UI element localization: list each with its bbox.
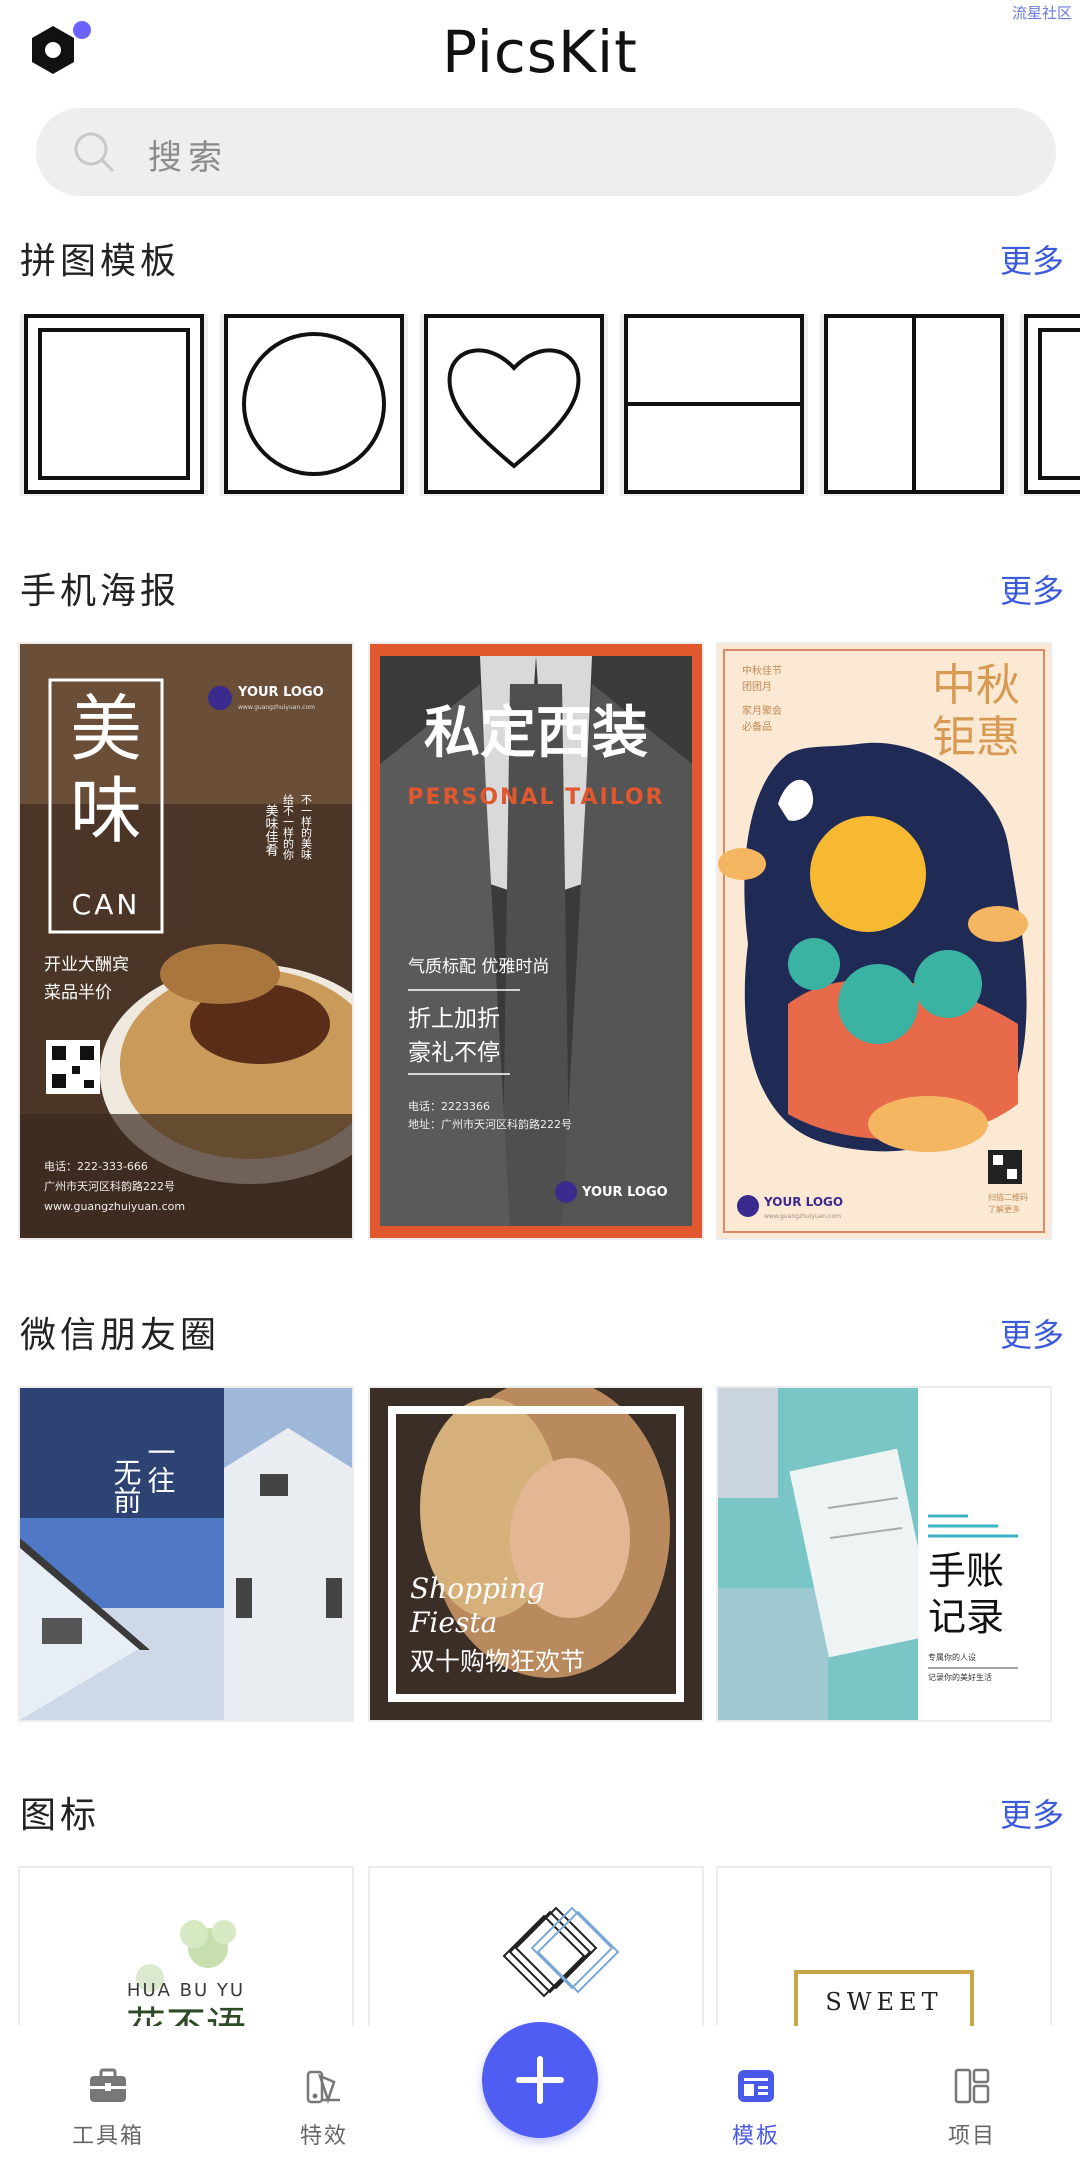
collage-template-split-horizontal[interactable] <box>624 314 804 494</box>
nav-item-template[interactable]: 模板 <box>696 2064 816 2150</box>
poster-food-line-1: 开业大酬宾 <box>44 955 129 975</box>
poster-food-side-1: 美味佳肴 <box>263 804 279 857</box>
section-title-icons: 图标 <box>20 1795 101 1836</box>
poster-food-address: 广州市天河区科韵路222号 <box>44 1179 175 1193</box>
icon-sweet-text: SWEET <box>825 1988 942 2016</box>
collage-template-split-vertical[interactable] <box>824 314 1004 494</box>
moments-journal-small-1: 专属你的人设 <box>928 1652 976 1662</box>
poster-moon-top-4: 必备品 <box>742 720 772 733</box>
poster-suit-phone: 电话：2223366 <box>408 1100 490 1113</box>
section-title-collage: 拼图模板 <box>20 241 181 282</box>
poster-food-title-2: 味 <box>70 769 142 853</box>
toolbox-icon <box>90 2068 126 2102</box>
poster-moon-title-2: 钜惠 <box>932 712 1020 763</box>
collage-template-circle[interactable] <box>224 314 404 494</box>
plus-icon <box>516 2056 564 2104</box>
moments-shopping-cn: 双十购物狂欢节 <box>410 1647 585 1676</box>
icon-card-flower[interactable]: HUA BU YU 花不语 <box>18 1866 354 2026</box>
poster-food-side-3: 给不一样的你 <box>282 794 295 860</box>
moments-card-shopping[interactable]: Shopping Fiesta 双十购物狂欢节 <box>368 1386 704 1722</box>
search-bar[interactable]: 搜索 <box>36 108 1056 196</box>
collage-template-heart[interactable] <box>424 314 604 494</box>
search-placeholder: 搜索 <box>148 138 228 178</box>
poster-food-title-1: 美 <box>70 687 142 771</box>
collage-template-square[interactable] <box>24 314 204 494</box>
more-link-moments[interactable]: 更多 <box>1000 1310 1064 1356</box>
poster-suit-title: 私定西装 <box>424 701 648 766</box>
poster-moon-title-1: 中秋 <box>932 660 1020 711</box>
poster-card-suit[interactable]: 私定西装 PERSONAL TAILOR 气质标配 优雅时尚 折上加折 豪礼不停… <box>368 642 704 1240</box>
poster-food-logo: YOUR LOGO <box>237 685 324 700</box>
poster-moon-top-3: 家月聚会 <box>742 704 782 717</box>
more-link-poster[interactable]: 更多 <box>1000 566 1064 612</box>
header: PicsKit <box>0 0 1080 110</box>
poster-food-phone: 电话：222-333-666 <box>44 1160 148 1173</box>
moments-card-house[interactable]: 一往 无前 <box>18 1386 354 1722</box>
poster-food-side-2: 不一样的美味 <box>300 794 313 860</box>
section-title-poster: 手机海报 <box>20 571 181 612</box>
poster-suit-line-2: 折上加折 <box>408 1006 500 1032</box>
poster-suit-line-3: 豪礼不停 <box>408 1040 500 1066</box>
poster-moon-qr-caption-1: 扫描二维码 <box>988 1192 1028 1202</box>
moments-card-journal[interactable]: 手账 记录 专属你的人设 记录你的美好生活 <box>716 1386 1052 1722</box>
effects-icon <box>306 2070 340 2104</box>
more-link-icons[interactable]: 更多 <box>1000 1790 1064 1836</box>
poster-moon-top-2: 团团月 <box>742 681 772 693</box>
project-icon <box>954 2068 990 2104</box>
poster-food-line-2: 菜品半价 <box>44 983 112 1003</box>
poster-moon-url: www.guangzhuiyuan.com <box>764 1213 841 1220</box>
nav-label-effects: 特效 <box>299 2124 348 2149</box>
app-title: PicsKit <box>442 18 638 86</box>
more-link-collage[interactable]: 更多 <box>1000 236 1064 282</box>
create-button[interactable] <box>482 2022 598 2138</box>
poster-moon-top-1: 中秋佳节 <box>742 664 782 677</box>
template-icon <box>738 2070 774 2102</box>
moments-house-text-2: 无前 <box>110 1458 143 1514</box>
nav-label-project: 项目 <box>947 2124 996 2149</box>
poster-moon-logo: YOUR LOGO <box>763 1195 843 1209</box>
poster-food-site: www.guangzhuiyuan.com <box>44 1200 185 1213</box>
icon-card-diamond[interactable] <box>368 1866 704 2026</box>
moments-shopping-script-2: Fiesta <box>409 1606 497 1639</box>
moments-house-text-1: 一往 <box>144 1438 177 1494</box>
icon-flower-en: HUA BU YU <box>127 1980 245 2001</box>
poster-suit-logo: YOUR LOGO <box>581 1185 668 1200</box>
poster-food-url: www.guangzhuiyuan.com <box>238 704 315 711</box>
collage-template-square-2[interactable] <box>1024 314 1080 494</box>
nav-item-effects[interactable]: 特效 <box>264 2064 384 2150</box>
icon-flower-cn: 花不语 <box>126 2004 246 2026</box>
nav-label-toolbox: 工具箱 <box>71 2124 144 2149</box>
section-title-moments: 微信朋友圈 <box>20 1315 221 1356</box>
poster-card-food[interactable]: 美 味 CAN YOUR LOGO www.guangzhuiyuan.com … <box>18 642 354 1240</box>
poster-food-en: CAN <box>72 888 141 921</box>
nav-item-toolbox[interactable]: 工具箱 <box>48 2064 168 2150</box>
poster-moon-qr-caption-2: 了解更多 <box>988 1204 1020 1214</box>
poster-suit-address: 地址：广州市天河区科韵路222号 <box>408 1117 572 1131</box>
collage-template-list <box>20 314 1080 496</box>
poster-suit-line-1: 气质标配 优雅时尚 <box>408 957 549 977</box>
poster-suit-subtitle: PERSONAL TAILOR <box>407 785 664 810</box>
nav-label-template: 模板 <box>731 2124 780 2149</box>
icon-card-sweet[interactable]: SWEET <box>716 1866 1052 2026</box>
search-icon <box>74 132 114 172</box>
moments-journal-small-2: 记录你的美好生活 <box>928 1672 992 1682</box>
poster-card-midautumn[interactable]: 中秋佳节 团团月 家月聚会 必备品 中秋 钜惠 扫描二维码 了解更多 YOUR … <box>716 642 1052 1240</box>
moments-journal-title-2: 记录 <box>928 1595 1004 1639</box>
moments-shopping-script-1: Shopping <box>410 1572 545 1605</box>
nav-item-project[interactable]: 项目 <box>912 2064 1032 2150</box>
moments-journal-title-1: 手账 <box>928 1549 1004 1593</box>
